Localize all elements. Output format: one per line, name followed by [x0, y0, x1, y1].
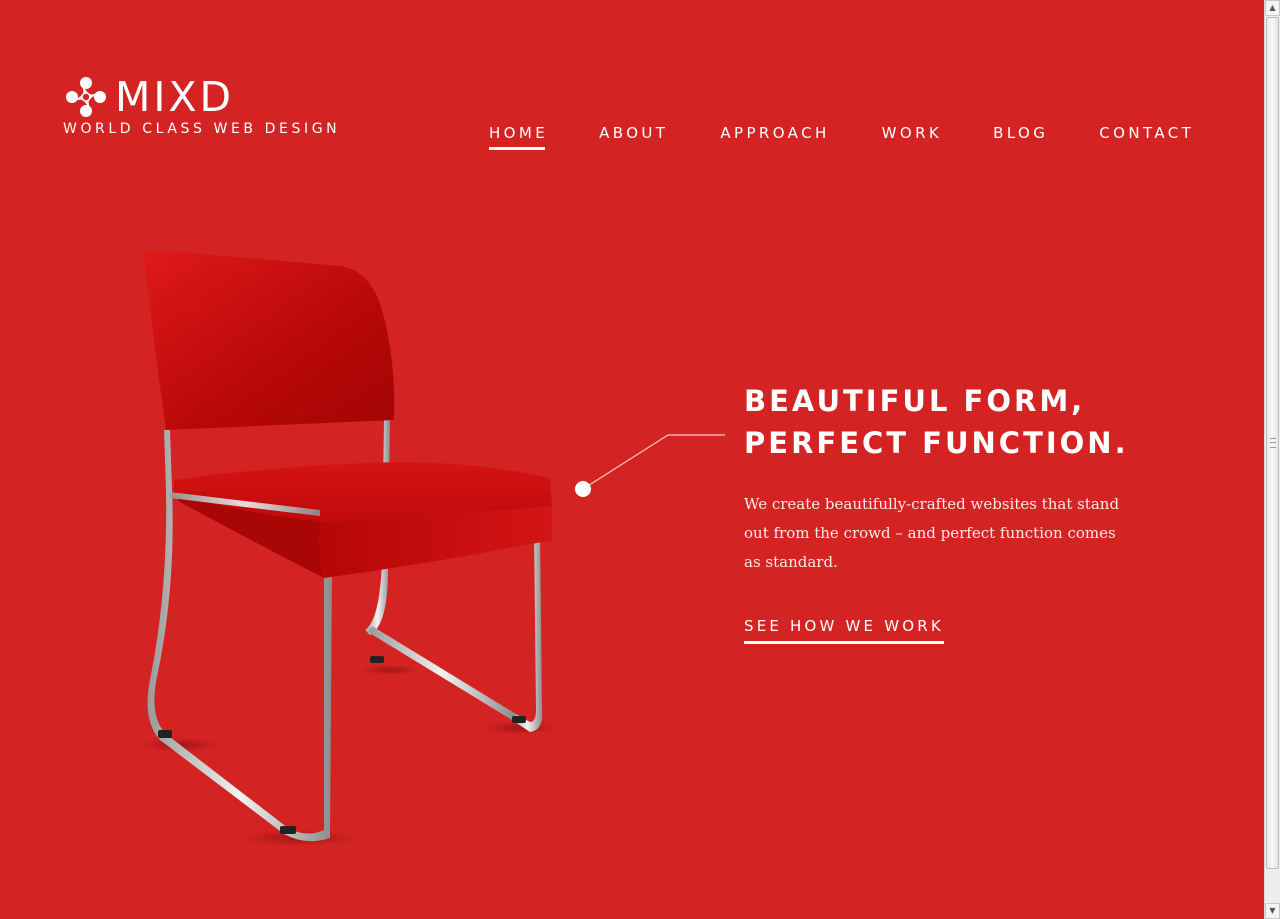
nav-item-approach[interactable]: APPROACH — [720, 124, 829, 150]
hero-description: We create beautifully-crafted websites t… — [744, 495, 1120, 571]
pinwheel-logo-icon — [66, 77, 106, 117]
hero-title-line-1: BEAUTIFUL FORM, — [744, 384, 1086, 418]
scroll-up-arrow-icon[interactable]: ▲ — [1265, 0, 1280, 16]
vertical-scrollbar[interactable]: ▲ ▼ — [1264, 0, 1280, 919]
callout-pointer — [575, 434, 725, 497]
scroll-down-arrow-icon[interactable]: ▼ — [1265, 903, 1280, 919]
logo-row: MIXD — [63, 74, 340, 120]
scroll-thumb[interactable] — [1266, 17, 1279, 869]
red-chair-image — [140, 249, 560, 846]
brand-name: MIXD — [115, 73, 235, 121]
nav-item-work[interactable]: WORK — [882, 124, 943, 150]
hero-title-line-2: PERFECT FUNCTION. — [744, 426, 1129, 460]
scroll-grip-icon — [1270, 438, 1276, 448]
nav-item-blog[interactable]: BLOG — [993, 124, 1048, 150]
see-how-we-work-link[interactable]: SEE HOW WE WORK — [744, 617, 944, 644]
main-nav: HOME ABOUT APPROACH WORK BLOG CONTACT — [489, 124, 1194, 150]
site-logo[interactable]: MIXD WORLD CLASS WEB DESIGN — [63, 74, 340, 137]
page: MIXD WORLD CLASS WEB DESIGN HOME ABOUT A… — [0, 0, 1264, 919]
nav-item-contact[interactable]: CONTACT — [1099, 124, 1194, 150]
brand-tagline: WORLD CLASS WEB DESIGN — [63, 121, 341, 137]
hero-title: BEAUTIFUL FORM, PERFECT FUNCTION. — [744, 380, 1164, 464]
nav-item-about[interactable]: ABOUT — [599, 124, 668, 150]
nav-item-home[interactable]: HOME — [489, 124, 548, 150]
hero-section: BEAUTIFUL FORM, PERFECT FUNCTION. We cre… — [744, 380, 1164, 644]
